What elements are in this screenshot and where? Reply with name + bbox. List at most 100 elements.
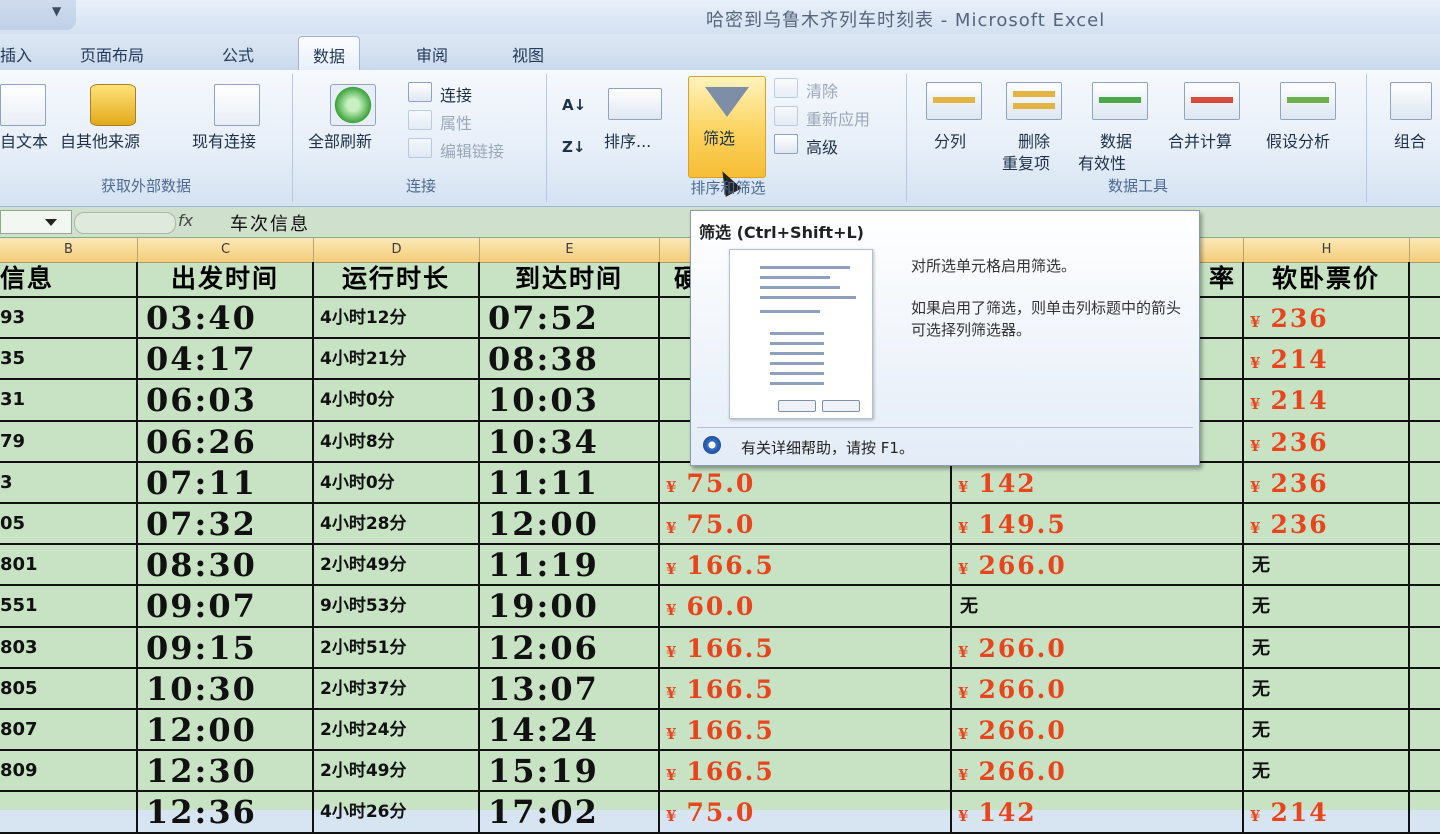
cell-d[interactable]: 2小时37分: [314, 668, 480, 708]
header-cell-soft-sleeper[interactable]: 软卧票价: [1244, 262, 1410, 296]
cell-e[interactable]: 14:24: [480, 710, 660, 750]
cell-h[interactable]: 无: [1244, 586, 1410, 626]
cell-c[interactable]: 03:40: [138, 298, 314, 338]
cell-b[interactable]: 79: [0, 421, 138, 461]
cell-h[interactable]: 无: [1244, 627, 1410, 667]
cell-c[interactable]: 09:07: [138, 586, 314, 626]
formula-input[interactable]: 车次信息: [230, 210, 310, 236]
cell-b[interactable]: 809: [0, 751, 138, 791]
clear-filter-button[interactable]: 清除: [806, 78, 838, 102]
cell-e[interactable]: 10:34: [480, 421, 660, 461]
text-to-columns-button[interactable]: 分列: [934, 128, 966, 152]
cell-c[interactable]: 12:36: [138, 792, 314, 832]
cell-x[interactable]: [1410, 422, 1440, 461]
cell-b[interactable]: 551: [0, 586, 138, 626]
column-header-e[interactable]: E: [480, 238, 660, 262]
data-validation-button-line2[interactable]: 有效性: [1078, 150, 1126, 174]
cell-e[interactable]: 12:06: [480, 627, 660, 667]
tab-formulas[interactable]: 公式: [222, 42, 254, 66]
cell-c[interactable]: 09:15: [138, 627, 314, 667]
cell-g[interactable]: ¥266.0: [952, 710, 1244, 750]
name-box-dropdown-icon[interactable]: [45, 219, 57, 226]
cell-c[interactable]: 10:30: [138, 668, 314, 708]
cell-e[interactable]: 08:38: [480, 339, 660, 379]
properties-button[interactable]: 属性: [440, 110, 472, 134]
cell-d[interactable]: 2小时49分: [314, 751, 480, 791]
qat-dropdown-icon[interactable]: ▼: [52, 4, 61, 18]
cell-x[interactable]: [1410, 586, 1440, 625]
cell-b[interactable]: 3: [0, 462, 138, 502]
remove-duplicates-button-line2[interactable]: 重复项: [1002, 150, 1050, 174]
cell-c[interactable]: 12:30: [138, 751, 314, 791]
cell-d[interactable]: 4小时28分: [314, 504, 480, 544]
cell-e[interactable]: 15:19: [480, 751, 660, 791]
cell-c[interactable]: 07:32: [138, 504, 314, 544]
cell-d[interactable]: 4小时0分: [314, 380, 480, 420]
cell-d[interactable]: 4小时21分: [314, 339, 480, 379]
from-other-sources-button[interactable]: 自其他来源: [60, 128, 140, 152]
cell-h[interactable]: ¥214: [1244, 792, 1410, 832]
cell-d[interactable]: 2小时24分: [314, 710, 480, 750]
cell-f[interactable]: ¥166.5: [660, 545, 952, 585]
cell-b[interactable]: 805: [0, 668, 138, 708]
cell-h[interactable]: ¥214: [1244, 380, 1410, 420]
cell-b[interactable]: [0, 792, 138, 832]
cell-x[interactable]: [1410, 380, 1440, 419]
tab-page-layout[interactable]: 页面布局: [80, 42, 144, 66]
cell-g[interactable]: ¥142: [952, 792, 1244, 832]
column-header-b[interactable]: B: [0, 238, 138, 262]
cell-c[interactable]: 08:30: [138, 545, 314, 585]
cell-d[interactable]: 4小时12分: [314, 298, 480, 338]
cell-h[interactable]: ¥236: [1244, 421, 1410, 461]
cell-f[interactable]: ¥75.0: [660, 504, 952, 544]
sort-desc-icon[interactable]: Z↓: [562, 138, 585, 156]
header-cell-empty[interactable]: [1410, 262, 1440, 296]
cell-h[interactable]: 无: [1244, 545, 1410, 585]
cell-h[interactable]: ¥236: [1244, 298, 1410, 338]
refresh-all-button[interactable]: 全部刷新: [308, 128, 372, 152]
cell-d[interactable]: 4小时26分: [314, 792, 480, 832]
cell-d[interactable]: 4小时8分: [314, 421, 480, 461]
cell-x[interactable]: [1410, 545, 1440, 584]
cell-e[interactable]: 11:19: [480, 545, 660, 585]
insert-function-icon[interactable]: fx: [178, 211, 193, 230]
cell-f[interactable]: ¥166.5: [660, 751, 952, 791]
cell-g[interactable]: ¥266.0: [952, 751, 1244, 791]
cell-c[interactable]: 12:00: [138, 710, 314, 750]
data-validation-button[interactable]: 数据: [1100, 128, 1132, 152]
cell-x[interactable]: [1410, 339, 1440, 378]
column-header-c[interactable]: C: [138, 238, 314, 262]
tab-data[interactable]: 数据: [298, 36, 361, 70]
cell-h[interactable]: ¥236: [1244, 462, 1410, 502]
reapply-button[interactable]: 重新应用: [806, 106, 870, 130]
cell-f[interactable]: ¥60.0: [660, 586, 952, 626]
cell-b[interactable]: 31: [0, 380, 138, 420]
cell-b[interactable]: 35: [0, 339, 138, 379]
cell-f[interactable]: ¥166.5: [660, 668, 952, 708]
remove-duplicates-button[interactable]: 删除: [1018, 128, 1050, 152]
cell-c[interactable]: 04:17: [138, 339, 314, 379]
existing-connections-button[interactable]: 现有连接: [192, 128, 256, 152]
cell-d[interactable]: 2小时49分: [314, 545, 480, 585]
column-header-d[interactable]: D: [314, 238, 480, 262]
cell-b[interactable]: 05: [0, 504, 138, 544]
cell-e[interactable]: 19:00: [480, 586, 660, 626]
header-cell-depart[interactable]: 出发时间: [138, 262, 314, 296]
what-if-analysis-button[interactable]: 假设分析: [1266, 128, 1330, 152]
sort-asc-icon[interactable]: A↓: [562, 96, 586, 114]
cell-e[interactable]: 07:52: [480, 298, 660, 338]
cell-h[interactable]: ¥236: [1244, 504, 1410, 544]
tab-insert[interactable]: 插入: [0, 42, 32, 66]
cell-f[interactable]: ¥75.0: [660, 462, 952, 502]
tab-view[interactable]: 视图: [512, 42, 544, 66]
column-header-h[interactable]: H: [1244, 238, 1410, 262]
header-cell-arrive[interactable]: 到达时间: [480, 262, 660, 296]
connections-button[interactable]: 连接: [440, 82, 472, 106]
cell-h[interactable]: 无: [1244, 751, 1410, 791]
cell-d[interactable]: 2小时51分: [314, 627, 480, 667]
consolidate-button[interactable]: 合并计算: [1168, 128, 1232, 152]
cell-e[interactable]: 10:03: [480, 380, 660, 420]
cell-f[interactable]: ¥75.0: [660, 792, 952, 832]
cell-c[interactable]: 06:03: [138, 380, 314, 420]
cell-g[interactable]: ¥149.5: [952, 504, 1244, 544]
